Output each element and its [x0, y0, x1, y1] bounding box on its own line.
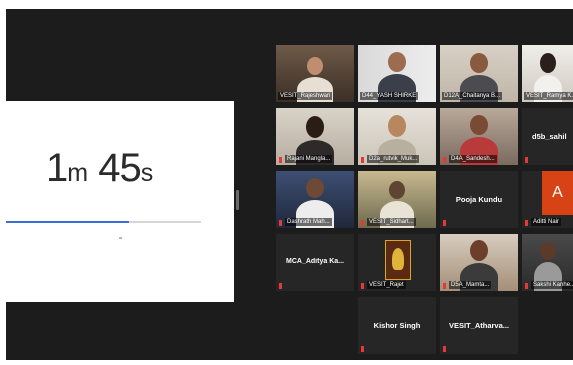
participant-tile[interactable]: VESIT_Rajeshwari: [276, 45, 354, 102]
participant-name: D5A_Mamta...: [449, 281, 492, 289]
countdown-timer: 1m 45s: [46, 146, 153, 191]
timer-minutes-unit: m: [67, 159, 89, 187]
participant-name: Kishor Singh: [373, 321, 421, 330]
participant-tile[interactable]: D4A_Sandesh...: [440, 108, 518, 165]
mic-muted-icon: [279, 157, 282, 163]
mic-muted-icon: [525, 283, 528, 289]
mic-muted-icon: [361, 220, 364, 226]
participant-name: Aditti Nair: [531, 218, 562, 226]
participant-name: D4A_Sandesh...: [449, 155, 497, 163]
participant-profile-image: [385, 240, 411, 280]
mic-muted-icon: [443, 157, 446, 163]
participant-name: VESIT_Rajeshwari: [278, 92, 333, 100]
participant-name: VESIT_Rajet: [367, 281, 406, 289]
mic-muted-icon: [361, 157, 364, 163]
participant-name: VESIT_Ramya K...: [524, 92, 573, 100]
timer-progress-track: [6, 221, 201, 223]
timer-minutes: 1: [46, 146, 68, 190]
participant-name: d5b_sahil: [532, 132, 567, 141]
timer-progress-fill: [6, 221, 129, 223]
participant-tile[interactable]: D5A_Mamta...: [440, 234, 518, 291]
participant-tile[interactable]: Rajani Mangla...: [276, 108, 354, 165]
participant-name: Dashrath Mah...: [285, 218, 332, 226]
participant-tile[interactable]: Sakshi Kanhe...: [522, 234, 573, 291]
mic-muted-icon: [443, 283, 446, 289]
mic-muted-icon: [361, 283, 364, 289]
cursor-mark: [119, 237, 122, 239]
timer-seconds-unit: s: [140, 159, 154, 187]
mic-muted-icon: [525, 220, 528, 226]
meeting-window: 1m 45s VESIT_Rajeshwari D44_YASH SHIRKE …: [0, 0, 573, 365]
mic-muted-icon: [443, 346, 446, 352]
participant-tile[interactable]: Dashrath Mah...: [276, 171, 354, 228]
participant-tile[interactable]: D2a_rutvik_Muk...: [358, 108, 436, 165]
timer-seconds: 45: [98, 146, 141, 190]
mic-muted-icon: [525, 157, 528, 163]
mic-muted-icon: [279, 220, 282, 226]
participant-tile[interactable]: VESIT_Rajet: [358, 234, 436, 291]
participant-name: VESIT_Atharva...: [448, 321, 510, 330]
participant-tile[interactable]: Kishor Singh: [358, 297, 436, 354]
mic-muted-icon: [361, 346, 364, 352]
participant-name: Rajani Mangla...: [285, 155, 333, 163]
participant-tile[interactable]: A Aditti Nair: [522, 171, 573, 228]
participant-name: D44_YASH SHIRKE: [360, 92, 419, 100]
mic-muted-icon: [279, 283, 282, 289]
participant-tile-active-speaker[interactable]: D12A_Chaitanya B...: [440, 45, 518, 102]
shared-screen: 1m 45s: [6, 101, 234, 302]
participant-tile[interactable]: VESIT_Sidhart...: [358, 171, 436, 228]
participant-tile[interactable]: D44_YASH SHIRKE: [358, 45, 436, 102]
mic-muted-icon: [443, 220, 446, 226]
participant-tile[interactable]: Pooja Kundu: [440, 171, 518, 228]
layout-splitter-handle[interactable]: [236, 190, 239, 210]
participant-name: MCA_Aditya Ka...: [286, 258, 344, 265]
participant-name: VESIT_Sidhart...: [367, 218, 416, 226]
participant-name: Pooja Kundu: [455, 195, 503, 204]
participant-name: D12A_Chaitanya B...: [442, 92, 503, 100]
meeting-area: 1m 45s VESIT_Rajeshwari D44_YASH SHIRKE …: [6, 9, 573, 360]
participant-avatar: A: [542, 171, 573, 215]
participant-tile[interactable]: MCA_Aditya Ka...: [276, 234, 354, 291]
participant-tile[interactable]: VESIT_Ramya K...: [522, 45, 573, 102]
participant-name: Sakshi Kanhe...: [531, 281, 573, 289]
participant-name: D2a_rutvik_Muk...: [367, 155, 420, 163]
participant-tile[interactable]: d5b_sahil: [522, 108, 573, 165]
participant-tile[interactable]: VESIT_Atharva...: [440, 297, 518, 354]
